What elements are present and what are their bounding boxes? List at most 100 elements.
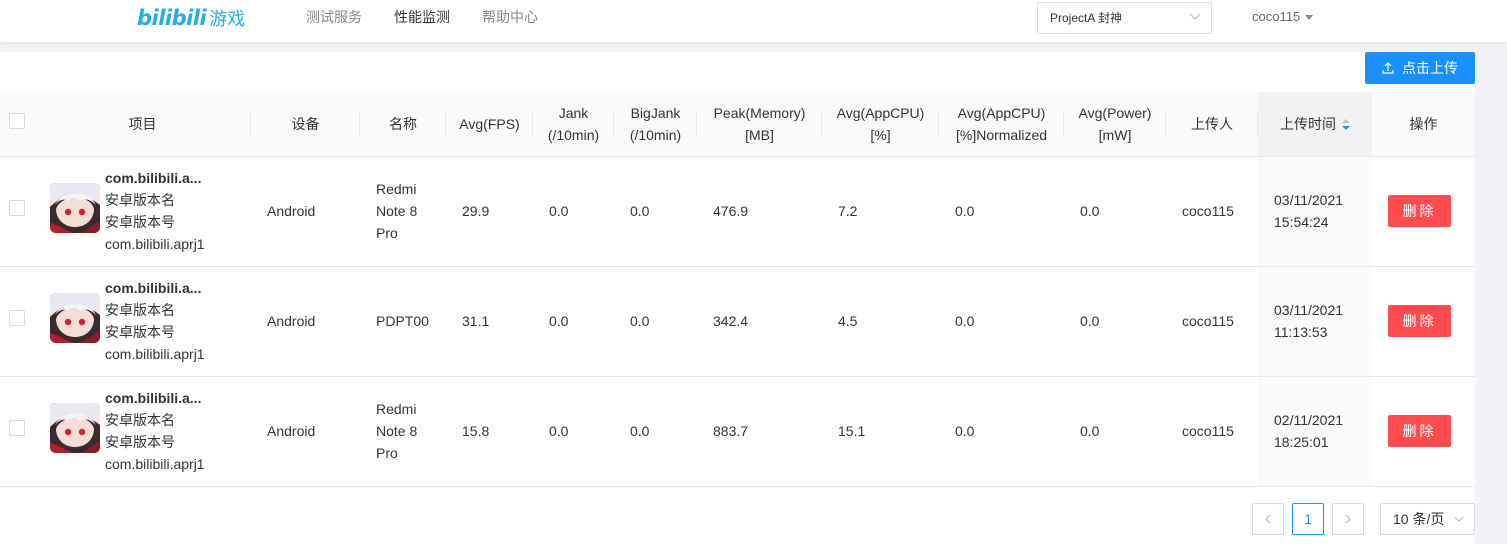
delete-button[interactable]: 删除: [1388, 415, 1451, 447]
logo-brand-text: bilibili: [137, 6, 207, 30]
content-panel: 点击上传 项目 设备 名称 Avg(FPS) Jank (/10min) Big…: [0, 52, 1475, 544]
project-cell: com.bilibili.a... 安卓版本名 安卓版本号 com.bilibi…: [34, 156, 251, 267]
chevron-right-icon: [1345, 514, 1351, 524]
nav-item-performance-monitor[interactable]: 性能监测: [394, 8, 450, 26]
col-header-upload-time[interactable]: 上传时间: [1258, 92, 1372, 157]
col-header-project: 项目: [34, 92, 251, 157]
project-cell: com.bilibili.a... 安卓版本名 安卓版本号 com.bilibi…: [34, 266, 251, 377]
row-select-cell: [0, 266, 34, 377]
project-package-title[interactable]: com.bilibili.a...: [105, 387, 205, 409]
sort-icon[interactable]: [1342, 119, 1350, 131]
next-page-button[interactable]: [1332, 503, 1364, 535]
cpu-cell: 4.5: [822, 266, 939, 377]
project-package-title[interactable]: com.bilibili.a...: [105, 167, 205, 189]
col-header-avg-fps: Avg(FPS): [446, 92, 533, 157]
cpu-normalized-cell: 0.0: [939, 156, 1064, 267]
cpu-normalized-cell: 0.0: [939, 376, 1064, 487]
prev-page-button[interactable]: [1252, 503, 1284, 535]
page-size-select[interactable]: 10 条/页: [1380, 503, 1475, 535]
package-name: com.bilibili.aprj1: [105, 346, 205, 362]
version-name: 安卓版本名: [105, 192, 175, 208]
project-select[interactable]: ProjectA 封神: [1037, 2, 1212, 34]
project-select-value: ProjectA 封神: [1050, 11, 1123, 25]
row-checkbox[interactable]: [9, 420, 25, 436]
jank-cell: 0.0: [533, 266, 614, 377]
user-name: coco115: [1252, 9, 1301, 24]
actions-cell: 删除: [1372, 376, 1475, 487]
chevron-down-icon: [1189, 13, 1201, 20]
package-name: com.bilibili.aprj1: [105, 236, 205, 252]
logo-sub-text: 游戏: [209, 9, 246, 29]
cpu-cell: 15.1: [822, 376, 939, 487]
caret-down-icon: [1305, 14, 1314, 20]
upload-time-cell: 03/11/2021 11:13:53: [1258, 266, 1372, 377]
col-header-device: 设备: [251, 92, 360, 157]
name-cell: Redmi Note 8 Pro: [360, 156, 446, 267]
row-checkbox[interactable]: [9, 200, 25, 216]
fps-cell: 15.8: [446, 376, 533, 487]
version-code: 安卓版本号: [105, 434, 175, 450]
cpu-cell: 7.2: [822, 156, 939, 267]
cpu-normalized-cell: 0.0: [939, 266, 1064, 377]
col-header-name: 名称: [360, 92, 446, 157]
device-cell: Android: [251, 156, 360, 267]
col-header-actions: 操作: [1372, 92, 1475, 157]
memory-cell: 476.9: [697, 156, 822, 267]
memory-cell: 342.4: [697, 266, 822, 377]
col-header-avg-power: Avg(Power) [mW]: [1064, 92, 1166, 157]
select-all-checkbox[interactable]: [9, 112, 25, 129]
table-row: com.bilibili.a... 安卓版本名 安卓版本号 com.bilibi…: [0, 156, 1475, 267]
uploader-cell: coco115: [1166, 156, 1258, 267]
table-header-row: 项目 设备 名称 Avg(FPS) Jank (/10min) BigJank …: [0, 92, 1475, 157]
project-package-title[interactable]: com.bilibili.a...: [105, 277, 205, 299]
upload-icon: [1382, 62, 1394, 74]
nav-item-help-center[interactable]: 帮助中心: [482, 8, 538, 26]
row-checkbox[interactable]: [9, 310, 25, 326]
table-row: com.bilibili.a... 安卓版本名 安卓版本号 com.bilibi…: [0, 266, 1475, 377]
version-code: 安卓版本号: [105, 324, 175, 340]
package-name: com.bilibili.aprj1: [105, 456, 205, 472]
upload-button[interactable]: 点击上传: [1365, 52, 1475, 84]
row-select-cell: [0, 156, 34, 267]
actions-cell: 删除: [1372, 266, 1475, 377]
device-cell: Android: [251, 266, 360, 377]
current-page-label: 1: [1304, 511, 1312, 527]
uploader-cell: coco115: [1166, 376, 1258, 487]
app-icon: [50, 183, 100, 233]
memory-cell: 883.7: [697, 376, 822, 487]
upload-time-cell: 03/11/2021 15:54:24: [1258, 156, 1372, 267]
select-all-cell: [0, 92, 34, 157]
upload-time-cell: 02/11/2021 18:25:01: [1258, 376, 1372, 487]
page-size-value: 10 条/页: [1393, 511, 1445, 527]
app-icon: [50, 293, 100, 343]
delete-button[interactable]: 删除: [1388, 305, 1451, 337]
app-icon: [50, 403, 100, 453]
main-nav: 测试服务 性能监测 帮助中心: [306, 8, 570, 26]
version-name: 安卓版本名: [105, 412, 175, 428]
row-select-cell: [0, 376, 34, 487]
col-header-uploader: 上传人: [1166, 92, 1258, 157]
version-name: 安卓版本名: [105, 302, 175, 318]
nav-item-test-services[interactable]: 测试服务: [306, 8, 362, 26]
power-cell: 0.0: [1064, 156, 1166, 267]
bigjank-cell: 0.0: [614, 156, 697, 267]
project-cell: com.bilibili.a... 安卓版本名 安卓版本号 com.bilibi…: [34, 376, 251, 487]
device-cell: Android: [251, 376, 360, 487]
fps-cell: 31.1: [446, 266, 533, 377]
col-header-avg-appcpu-normalized: Avg(AppCPU) [%]Normalized: [939, 92, 1064, 157]
chevron-left-icon: [1265, 514, 1271, 524]
bilibili-game-logo[interactable]: bilibili 游戏: [137, 3, 245, 33]
chevron-down-icon: [1454, 516, 1464, 522]
bigjank-cell: 0.0: [614, 376, 697, 487]
top-header: bilibili 游戏 测试服务 性能监测 帮助中心 ProjectA 封神 c…: [0, 0, 1507, 42]
delete-button[interactable]: 删除: [1388, 195, 1451, 227]
jank-cell: 0.0: [533, 156, 614, 267]
user-menu[interactable]: coco115: [1252, 9, 1314, 24]
power-cell: 0.0: [1064, 266, 1166, 377]
bigjank-cell: 0.0: [614, 266, 697, 377]
fps-cell: 29.9: [446, 156, 533, 267]
col-header-jank: Jank (/10min): [533, 92, 614, 157]
page-number-button[interactable]: 1: [1292, 503, 1324, 535]
performance-table: 项目 设备 名称 Avg(FPS) Jank (/10min) BigJank …: [0, 92, 1475, 487]
version-code: 安卓版本号: [105, 214, 175, 230]
